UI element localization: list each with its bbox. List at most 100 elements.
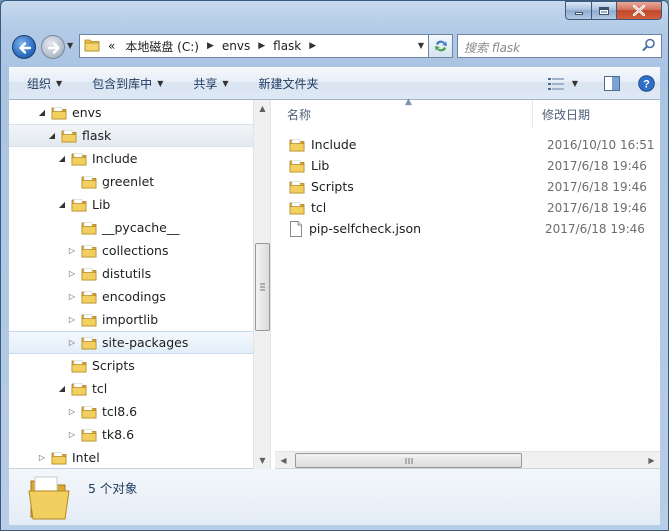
tree-item[interactable]: ▷ encodings <box>9 285 253 308</box>
tree-item[interactable]: ▷ tk8.6 <box>9 423 253 446</box>
search-box[interactable]: 搜索 flask <box>457 34 662 58</box>
chevron-right-icon[interactable]: ▶ <box>307 41 318 51</box>
folder-icon <box>81 290 97 304</box>
collapse-icon[interactable]: ◢ <box>57 384 67 393</box>
search-input[interactable]: 搜索 flask <box>464 41 520 55</box>
tree-item[interactable]: ◢ envs <box>9 101 253 124</box>
tree-item-label: greenlet <box>102 174 155 189</box>
file-name: Scripts <box>311 179 354 194</box>
folder-icon <box>81 336 97 350</box>
collapse-icon[interactable]: ◢ <box>37 108 47 117</box>
address-bar[interactable]: « 本地磁盘 (C:) ▶ envs ▶ flask ▶ ▼ <box>79 34 429 58</box>
folder-icon <box>81 244 97 258</box>
share-button[interactable]: 共享 ▼ <box>175 67 240 99</box>
explorer-window: ▼ « 本地磁盘 (C:) ▶ envs ▶ flask ▶ ▼ 搜索 flas… <box>0 0 669 531</box>
scroll-right-arrow[interactable]: ▶ <box>643 452 660 469</box>
expand-icon[interactable]: ▷ <box>67 315 77 324</box>
folder-icon <box>71 152 87 166</box>
scroll-down-arrow[interactable]: ▼ <box>254 452 271 469</box>
chevron-down-icon: ▼ <box>157 78 164 88</box>
expand-icon[interactable]: ▷ <box>67 292 77 301</box>
folder-icon <box>81 221 97 235</box>
expand-icon[interactable]: ▷ <box>67 430 77 439</box>
close-button[interactable] <box>617 1 662 20</box>
file-date: 2017/6/18 19:46 <box>547 158 647 173</box>
caption-buttons <box>565 1 662 20</box>
collapse-icon[interactable]: ◢ <box>47 131 57 140</box>
tree-item[interactable]: ◢ Lib <box>9 193 253 216</box>
help-button[interactable]: ? <box>632 71 660 97</box>
address-dropdown[interactable]: ▼ <box>418 41 424 50</box>
collapse-icon[interactable]: ◢ <box>57 200 67 209</box>
tree-item-label: site-packages <box>102 335 189 350</box>
tree-item[interactable]: ▷ importlib <box>9 308 253 331</box>
chevron-right-icon[interactable]: ▶ <box>256 41 267 51</box>
expand-icon[interactable]: ▷ <box>67 269 77 278</box>
refresh-button[interactable] <box>429 34 453 58</box>
folder-icon <box>289 159 305 173</box>
preview-pane-button[interactable] <box>598 71 626 97</box>
file-row[interactable]: Lib 2017/6/18 19:46 <box>289 155 659 176</box>
maximize-button[interactable] <box>592 1 617 20</box>
new-folder-label: 新建文件夹 <box>258 76 319 91</box>
folder-icon <box>27 475 71 524</box>
scroll-thumb[interactable] <box>255 243 270 331</box>
tree-item-label: tk8.6 <box>102 427 135 442</box>
view-options-dropdown[interactable]: ▼ <box>568 71 582 97</box>
navigation-scrollbar[interactable]: ▲ ▼ <box>253 100 270 469</box>
horizontal-scrollbar[interactable]: ◀ ▶ <box>275 451 660 468</box>
collapse-icon[interactable]: ◢ <box>57 154 67 163</box>
search-icon[interactable] <box>642 38 656 55</box>
file-row[interactable]: Scripts 2017/6/18 19:46 <box>289 176 659 197</box>
expand-icon[interactable]: ▷ <box>67 407 77 416</box>
organize-button[interactable]: 组织 ▼ <box>9 67 74 99</box>
column-date-modified[interactable]: 修改日期 <box>533 100 660 128</box>
tree-item[interactable]: ▷ tcl8.6 <box>9 400 253 423</box>
folder-icon <box>81 405 97 419</box>
horizontal-scroll-thumb[interactable] <box>295 453 522 468</box>
back-button[interactable] <box>12 35 36 59</box>
file-row[interactable]: pip-selfcheck.json 2017/6/18 19:46 <box>289 218 659 239</box>
tree-item[interactable]: ▷ Intel <box>9 446 253 469</box>
minimize-button[interactable] <box>565 1 592 20</box>
tree-item[interactable]: __pycache__ <box>9 216 253 239</box>
new-folder-button[interactable]: 新建文件夹 <box>241 67 331 99</box>
tree-item[interactable]: ◢ Include <box>9 147 253 170</box>
tree-item-label: envs <box>72 105 102 120</box>
tree-item[interactable]: ◢ flask <box>9 124 253 147</box>
file-list-pane[interactable]: ▲ 名称 修改日期 Include 2016/10/10 16:51 Lib 2017… <box>275 97 660 469</box>
file-date: 2017/6/18 19:46 <box>545 221 645 236</box>
expand-icon[interactable]: ▷ <box>67 246 77 255</box>
tree-item[interactable]: ▷ distutils <box>9 262 253 285</box>
file-icon <box>289 220 303 237</box>
scroll-left-arrow[interactable]: ◀ <box>275 452 292 469</box>
navigation-pane[interactable]: ◢ envs ◢ flask ◢ Include greenlet ◢ Lib __pycache… <box>9 100 253 469</box>
tree-item[interactable]: greenlet <box>9 170 253 193</box>
expand-icon[interactable]: ▷ <box>37 453 47 462</box>
breadcrumb-flask[interactable]: flask <box>267 39 307 53</box>
tree-item[interactable]: ▷ site-packages <box>9 331 253 354</box>
expand-icon[interactable]: ▷ <box>67 338 77 347</box>
chevron-right-icon[interactable]: ▶ <box>205 41 216 51</box>
change-view-button[interactable] <box>544 71 568 97</box>
tree-item[interactable]: ▷ collections <box>9 239 253 262</box>
scroll-up-arrow[interactable]: ▲ <box>254 100 271 117</box>
forward-button[interactable] <box>41 35 65 59</box>
breadcrumb-drive[interactable]: 本地磁盘 (C:) <box>119 38 205 55</box>
folder-icon <box>81 175 97 189</box>
tree-item-label: tcl <box>92 381 108 396</box>
include-in-library-button[interactable]: 包含到库中 ▼ <box>74 67 175 99</box>
column-name[interactable]: ▲ 名称 <box>275 97 533 128</box>
command-bar: 组织 ▼ 包含到库中 ▼ 共享 ▼ 新建文件夹 ▼ ? <box>9 67 660 100</box>
address-overflow[interactable]: « <box>100 39 119 53</box>
item-count: 5 个对象 <box>88 481 138 496</box>
recent-pages-dropdown[interactable]: ▼ <box>67 41 77 51</box>
tree-item[interactable]: ◢ tcl <box>9 377 253 400</box>
file-row[interactable]: Include 2016/10/10 16:51 <box>289 134 659 155</box>
folder-icon <box>81 428 97 442</box>
breadcrumb-envs[interactable]: envs <box>216 39 256 53</box>
details-pane: 5 个对象 <box>9 469 660 525</box>
file-row[interactable]: tcl 2017/6/18 19:46 <box>289 197 659 218</box>
tree-item[interactable]: Scripts <box>9 354 253 377</box>
folder-icon <box>71 359 87 373</box>
